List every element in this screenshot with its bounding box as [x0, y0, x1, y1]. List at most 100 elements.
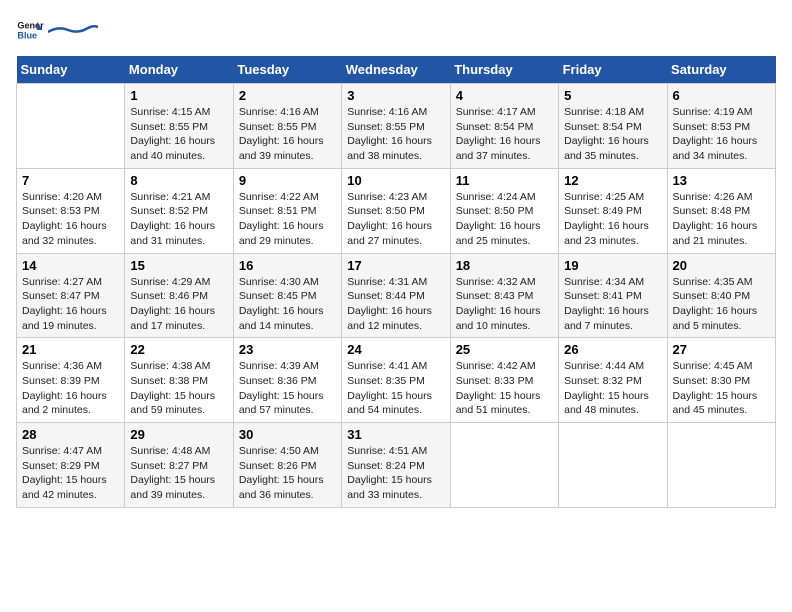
page-header: General Blue [16, 16, 776, 44]
week-row-3: 14 Sunrise: 4:27 AM Sunset: 8:47 PM Dayli… [17, 253, 776, 338]
header-day-friday: Friday [559, 56, 667, 84]
day-info: Sunrise: 4:18 AM Sunset: 8:54 PM Dayligh… [564, 105, 661, 164]
calendar-cell: 14 Sunrise: 4:27 AM Sunset: 8:47 PM Dayli… [17, 253, 125, 338]
day-info: Sunrise: 4:51 AM Sunset: 8:24 PM Dayligh… [347, 444, 444, 503]
calendar-header: SundayMondayTuesdayWednesdayThursdayFrid… [17, 56, 776, 84]
week-row-4: 21 Sunrise: 4:36 AM Sunset: 8:39 PM Dayli… [17, 338, 776, 423]
day-number: 22 [130, 342, 227, 357]
calendar-cell: 22 Sunrise: 4:38 AM Sunset: 8:38 PM Dayli… [125, 338, 233, 423]
day-info: Sunrise: 4:32 AM Sunset: 8:43 PM Dayligh… [456, 275, 553, 334]
day-info: Sunrise: 4:24 AM Sunset: 8:50 PM Dayligh… [456, 190, 553, 249]
day-number: 30 [239, 427, 336, 442]
calendar-cell: 12 Sunrise: 4:25 AM Sunset: 8:49 PM Dayli… [559, 168, 667, 253]
calendar-body: 1 Sunrise: 4:15 AM Sunset: 8:55 PM Daylig… [17, 84, 776, 508]
day-number: 31 [347, 427, 444, 442]
day-number: 8 [130, 173, 227, 188]
calendar-cell: 25 Sunrise: 4:42 AM Sunset: 8:33 PM Dayli… [450, 338, 558, 423]
day-number: 18 [456, 258, 553, 273]
day-number: 5 [564, 88, 661, 103]
calendar-cell: 7 Sunrise: 4:20 AM Sunset: 8:53 PM Daylig… [17, 168, 125, 253]
calendar-cell: 21 Sunrise: 4:36 AM Sunset: 8:39 PM Dayli… [17, 338, 125, 423]
calendar-cell: 26Sunrise: 4:44 AM Sunset: 8:32 PM Dayli… [559, 338, 667, 423]
day-number: 28 [22, 427, 119, 442]
day-number: 26 [564, 342, 661, 357]
logo-icon: General Blue [16, 16, 44, 44]
day-info: Sunrise: 4:16 AM Sunset: 8:55 PM Dayligh… [347, 105, 444, 164]
header-day-thursday: Thursday [450, 56, 558, 84]
day-number: 25 [456, 342, 553, 357]
header-row: SundayMondayTuesdayWednesdayThursdayFrid… [17, 56, 776, 84]
calendar-cell: 17 Sunrise: 4:31 AM Sunset: 8:44 PM Dayli… [342, 253, 450, 338]
header-day-tuesday: Tuesday [233, 56, 341, 84]
calendar-cell: 27Sunrise: 4:45 AM Sunset: 8:30 PM Dayli… [667, 338, 775, 423]
calendar-cell: 18 Sunrise: 4:32 AM Sunset: 8:43 PM Dayli… [450, 253, 558, 338]
calendar-cell: 9 Sunrise: 4:22 AM Sunset: 8:51 PM Daylig… [233, 168, 341, 253]
calendar-table: SundayMondayTuesdayWednesdayThursdayFrid… [16, 56, 776, 508]
calendar-cell: 16Sunrise: 4:30 AM Sunset: 8:45 PM Dayli… [233, 253, 341, 338]
header-day-sunday: Sunday [17, 56, 125, 84]
day-number: 24 [347, 342, 444, 357]
calendar-cell: 6Sunrise: 4:19 AM Sunset: 8:53 PM Daylig… [667, 84, 775, 169]
day-info: Sunrise: 4:27 AM Sunset: 8:47 PM Dayligh… [22, 275, 119, 334]
day-info: Sunrise: 4:31 AM Sunset: 8:44 PM Dayligh… [347, 275, 444, 334]
calendar-cell: 4Sunrise: 4:17 AM Sunset: 8:54 PM Daylig… [450, 84, 558, 169]
logo: General Blue [16, 16, 98, 44]
day-number: 27 [673, 342, 770, 357]
calendar-cell: 29 Sunrise: 4:48 AM Sunset: 8:27 PM Dayli… [125, 423, 233, 508]
svg-text:Blue: Blue [17, 30, 37, 40]
day-number: 23 [239, 342, 336, 357]
calendar-cell: 28 Sunrise: 4:47 AM Sunset: 8:29 PM Dayli… [17, 423, 125, 508]
day-number: 13 [673, 173, 770, 188]
day-number: 4 [456, 88, 553, 103]
day-info: Sunrise: 4:42 AM Sunset: 8:33 PM Dayligh… [456, 359, 553, 418]
calendar-cell: 23 Sunrise: 4:39 AM Sunset: 8:36 PM Dayli… [233, 338, 341, 423]
week-row-1: 1 Sunrise: 4:15 AM Sunset: 8:55 PM Daylig… [17, 84, 776, 169]
day-number: 20 [673, 258, 770, 273]
calendar-cell: 8 Sunrise: 4:21 AM Sunset: 8:52 PM Daylig… [125, 168, 233, 253]
day-number: 15 [130, 258, 227, 273]
calendar-cell [17, 84, 125, 169]
day-info: Sunrise: 4:41 AM Sunset: 8:35 PM Dayligh… [347, 359, 444, 418]
day-info: Sunrise: 4:20 AM Sunset: 8:53 PM Dayligh… [22, 190, 119, 249]
day-number: 10 [347, 173, 444, 188]
day-number: 19 [564, 258, 661, 273]
day-number: 14 [22, 258, 119, 273]
day-number: 1 [130, 88, 227, 103]
calendar-cell: 19 Sunrise: 4:34 AM Sunset: 8:41 PM Dayli… [559, 253, 667, 338]
day-info: Sunrise: 4:15 AM Sunset: 8:55 PM Dayligh… [130, 105, 227, 164]
week-row-2: 7 Sunrise: 4:20 AM Sunset: 8:53 PM Daylig… [17, 168, 776, 253]
calendar-cell: 10Sunrise: 4:23 AM Sunset: 8:50 PM Dayli… [342, 168, 450, 253]
day-info: Sunrise: 4:22 AM Sunset: 8:51 PM Dayligh… [239, 190, 336, 249]
calendar-cell: 3Sunrise: 4:16 AM Sunset: 8:55 PM Daylig… [342, 84, 450, 169]
day-info: Sunrise: 4:47 AM Sunset: 8:29 PM Dayligh… [22, 444, 119, 503]
day-number: 12 [564, 173, 661, 188]
calendar-cell [450, 423, 558, 508]
day-number: 21 [22, 342, 119, 357]
day-info: Sunrise: 4:34 AM Sunset: 8:41 PM Dayligh… [564, 275, 661, 334]
logo-wave-icon [48, 24, 98, 34]
day-number: 29 [130, 427, 227, 442]
day-info: Sunrise: 4:29 AM Sunset: 8:46 PM Dayligh… [130, 275, 227, 334]
day-info: Sunrise: 4:16 AM Sunset: 8:55 PM Dayligh… [239, 105, 336, 164]
day-number: 9 [239, 173, 336, 188]
day-info: Sunrise: 4:19 AM Sunset: 8:53 PM Dayligh… [673, 105, 770, 164]
day-info: Sunrise: 4:35 AM Sunset: 8:40 PM Dayligh… [673, 275, 770, 334]
calendar-cell [559, 423, 667, 508]
day-number: 17 [347, 258, 444, 273]
calendar-cell: 20 Sunrise: 4:35 AM Sunset: 8:40 PM Dayli… [667, 253, 775, 338]
calendar-cell: 24 Sunrise: 4:41 AM Sunset: 8:35 PM Dayli… [342, 338, 450, 423]
calendar-cell: 11Sunrise: 4:24 AM Sunset: 8:50 PM Dayli… [450, 168, 558, 253]
day-info: Sunrise: 4:39 AM Sunset: 8:36 PM Dayligh… [239, 359, 336, 418]
day-info: Sunrise: 4:21 AM Sunset: 8:52 PM Dayligh… [130, 190, 227, 249]
calendar-cell: 30Sunrise: 4:50 AM Sunset: 8:26 PM Dayli… [233, 423, 341, 508]
day-info: Sunrise: 4:38 AM Sunset: 8:38 PM Dayligh… [130, 359, 227, 418]
day-number: 7 [22, 173, 119, 188]
day-info: Sunrise: 4:26 AM Sunset: 8:48 PM Dayligh… [673, 190, 770, 249]
day-info: Sunrise: 4:25 AM Sunset: 8:49 PM Dayligh… [564, 190, 661, 249]
day-info: Sunrise: 4:36 AM Sunset: 8:39 PM Dayligh… [22, 359, 119, 418]
day-info: Sunrise: 4:48 AM Sunset: 8:27 PM Dayligh… [130, 444, 227, 503]
header-day-saturday: Saturday [667, 56, 775, 84]
calendar-cell: 13 Sunrise: 4:26 AM Sunset: 8:48 PM Dayli… [667, 168, 775, 253]
header-day-wednesday: Wednesday [342, 56, 450, 84]
week-row-5: 28 Sunrise: 4:47 AM Sunset: 8:29 PM Dayli… [17, 423, 776, 508]
